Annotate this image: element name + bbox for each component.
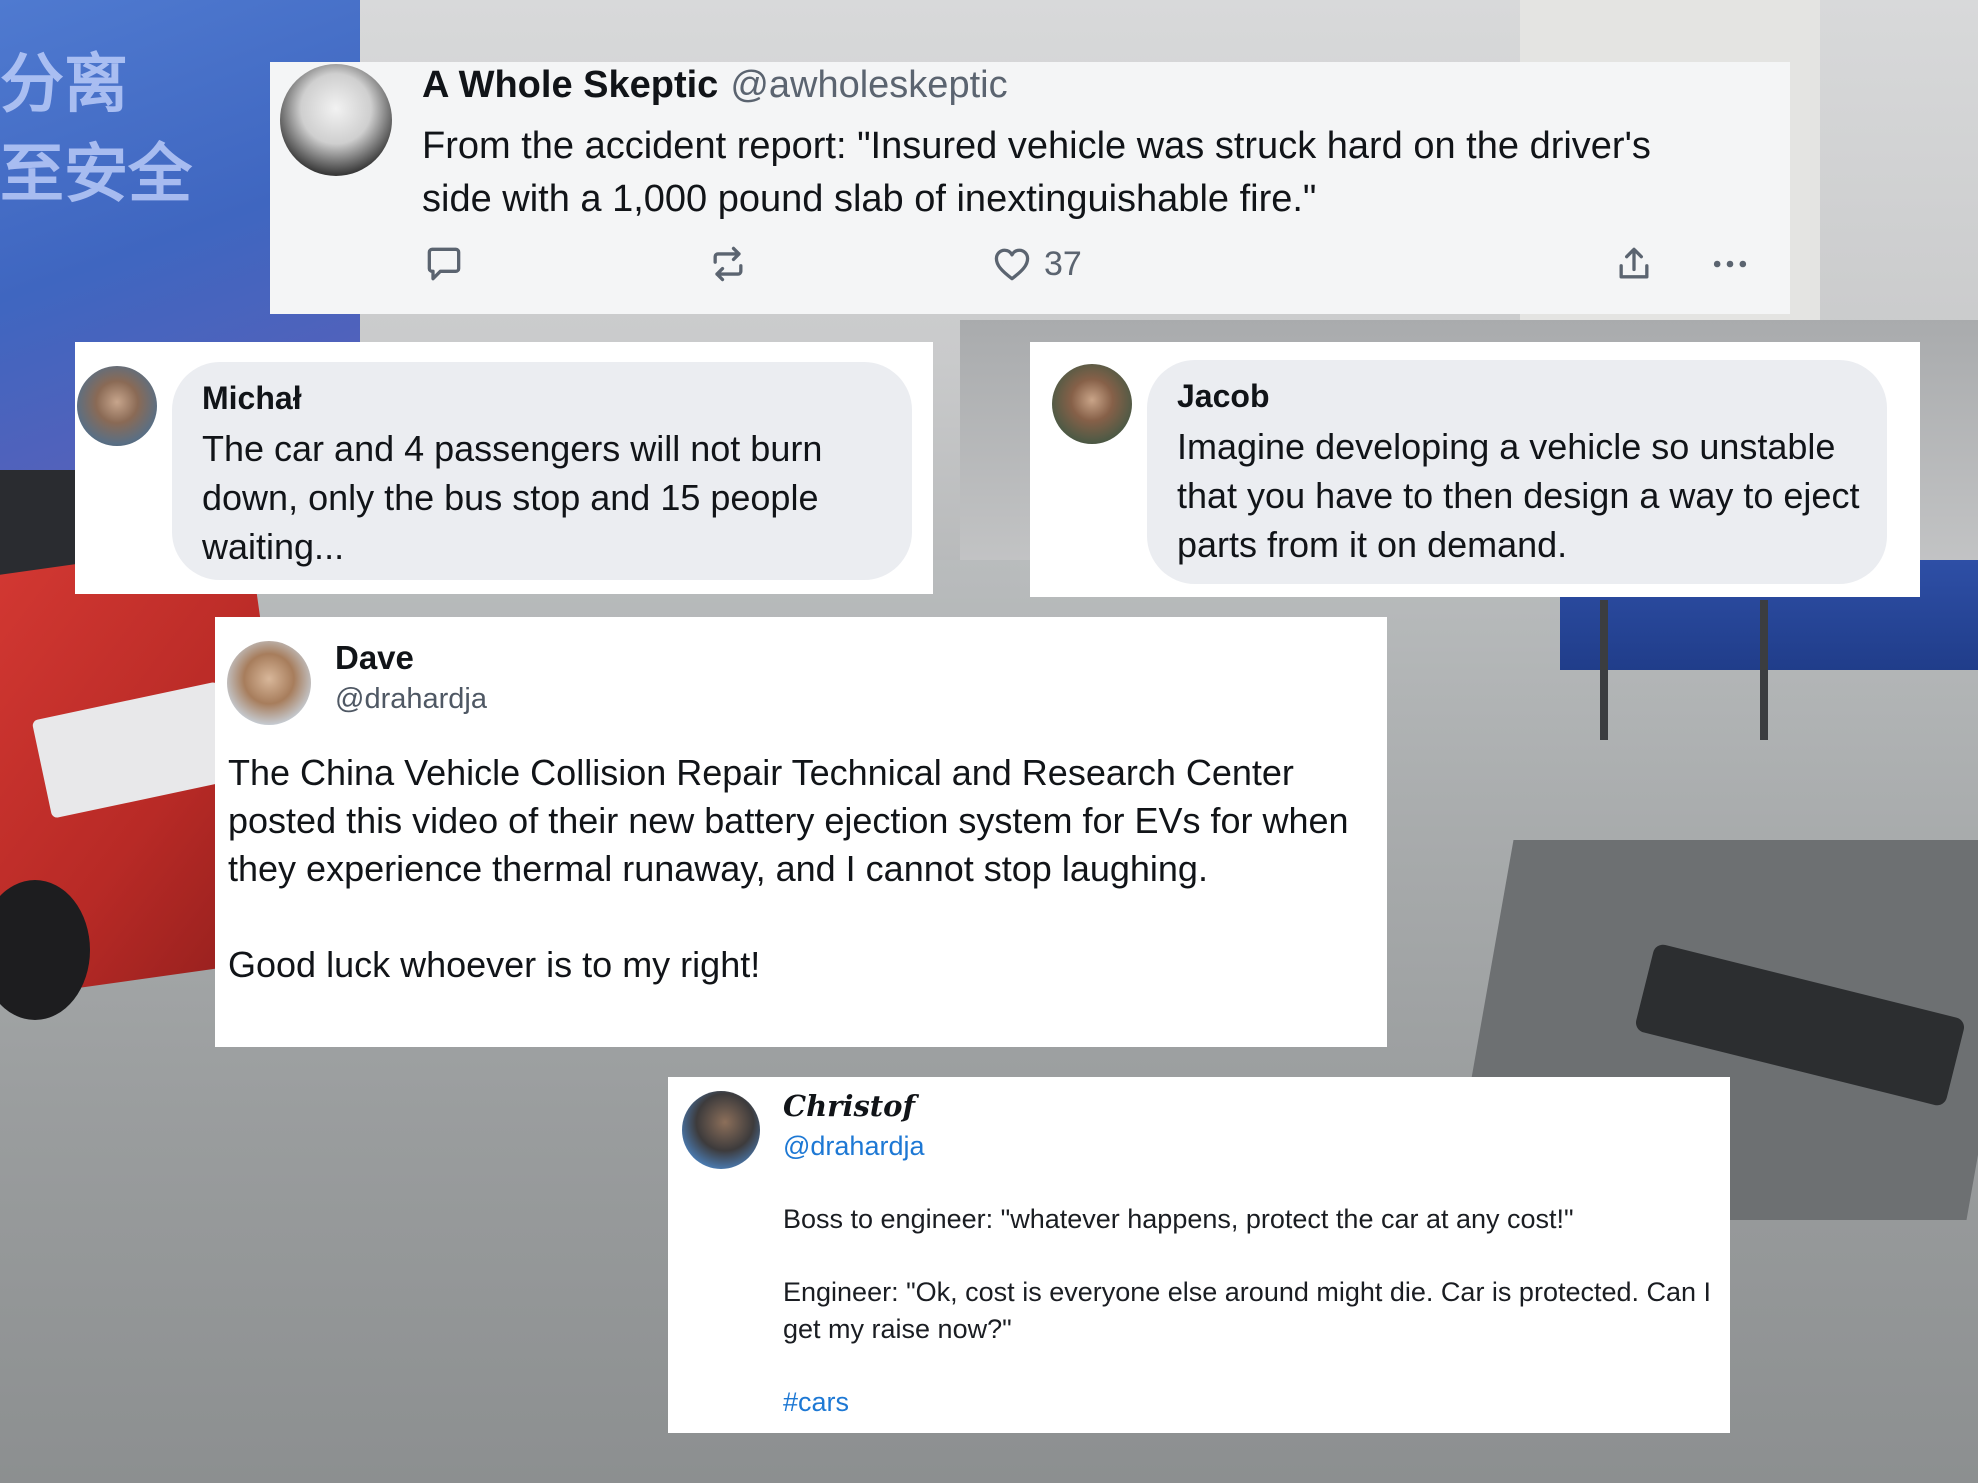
post-card-dave: Dave @drahardja The China Vehicle Collis… [215,617,1387,1047]
author-name[interactable]: Michał [202,380,302,417]
post-text: The China Vehicle Collision Repair Techn… [228,752,1349,985]
comment-bubble: Jacob Imagine developing a vehicle so un… [1147,360,1887,584]
avatar[interactable] [227,641,311,725]
post-text: From the accident report: "Insured vehic… [422,125,1651,220]
more-icon [1713,260,1747,268]
reply-card-jacob: Jacob Imagine developing a vehicle so un… [1030,342,1920,597]
comment-text: The car and 4 passengers will not burn d… [202,428,823,567]
author-name[interactable]: Jacob [1177,378,1269,415]
post-line-engineer: Engineer: "Ok, cost is everyone else aro… [783,1277,1712,1344]
post-card-main: A Whole Skeptic @awholeskeptic From the a… [270,62,1790,314]
author-handle[interactable]: @awholeskeptic [730,64,1007,106]
share-button[interactable] [1612,242,1656,286]
reply-icon [427,247,461,281]
repost-button[interactable] [706,242,750,286]
like-count: 37 [1044,244,1082,283]
post-text: Boss to engineer: "whatever happens, pro… [783,1201,1713,1421]
author-handle[interactable]: @drahardja [335,683,487,716]
avatar[interactable] [1052,364,1132,444]
reply-button[interactable] [422,242,466,286]
background-fence-post [1600,600,1608,740]
avatar[interactable] [280,64,392,176]
comment-text: Imagine developing a vehicle so unstable… [1177,426,1860,565]
author-line: A Whole Skeptic @awholeskeptic [422,64,1008,107]
heart-icon [994,248,1030,281]
comment-bubble: Michał The car and 4 passengers will not… [172,362,912,580]
author-name[interactable]: Dave [335,639,414,677]
post-line-boss: Boss to engineer: "whatever happens, pro… [783,1204,1574,1234]
author-name[interactable]: Christof [783,1089,915,1123]
repost-icon [713,246,743,282]
share-icon [1619,247,1649,279]
avatar[interactable] [682,1091,760,1169]
author-handle[interactable]: @drahardja [783,1131,925,1162]
post-actions: 37 [422,242,1752,292]
hashtag-link[interactable]: #cars [783,1387,849,1417]
author-name[interactable]: A Whole Skeptic [422,64,718,106]
more-button[interactable] [1708,242,1752,286]
banner-text: 分离 至安全 [0,48,192,212]
avatar[interactable] [77,366,157,446]
like-button[interactable]: 37 [990,242,1082,286]
background-fence-post [1760,600,1768,740]
reply-card-michal: Michał The car and 4 passengers will not… [75,342,933,594]
post-card-christof: Christof @drahardja Boss to engineer: "w… [668,1077,1730,1433]
